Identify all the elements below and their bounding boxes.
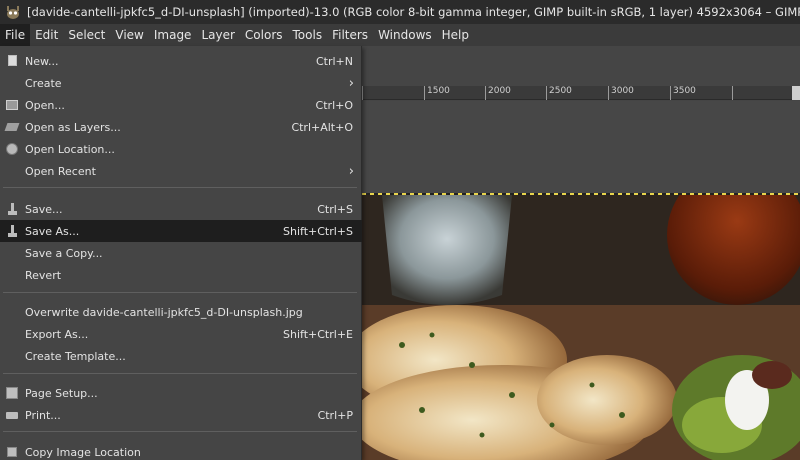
open-icon [5, 98, 19, 112]
menu-item-overwrite[interactable]: Overwrite davide-cantelli-jpkfc5_d-DI-un… [0, 301, 362, 323]
vertical-scrollbar-handle[interactable] [792, 86, 800, 100]
submenu-arrow-icon: › [348, 163, 354, 179]
file-menu-dropdown: New... Ctrl+N Create › Open... Ctrl+O Op… [0, 46, 362, 460]
horizontal-ruler[interactable]: 1500 2000 2500 3000 3500 [362, 86, 800, 100]
menu-separator [3, 431, 357, 432]
menu-item-open-as-layers[interactable]: Open as Layers... Ctrl+Alt+O [0, 116, 362, 138]
menu-layer[interactable]: Layer [196, 24, 239, 46]
menu-file[interactable]: File [0, 24, 31, 46]
menu-edit[interactable]: Edit [30, 24, 63, 46]
menu-item-create[interactable]: Create › [0, 72, 362, 94]
menu-item-open-location[interactable]: Open Location... [0, 138, 362, 160]
ruler-label: 1500 [424, 86, 450, 100]
image-canvas[interactable] [362, 195, 800, 460]
ruler-tick [362, 86, 365, 100]
new-icon [5, 54, 19, 68]
menu-view[interactable]: View [110, 24, 148, 46]
menu-separator [3, 373, 357, 374]
menu-item-create-template[interactable]: Create Template... [0, 345, 362, 367]
menu-bar: File Edit Select View Image Layer Colors… [0, 24, 800, 46]
ruler-label: 3500 [670, 86, 696, 100]
menu-filters[interactable]: Filters [327, 24, 373, 46]
menu-item-save[interactable]: Save... Ctrl+S [0, 198, 362, 220]
menu-item-export-as[interactable]: Export As... Shift+Ctrl+E [0, 323, 362, 345]
ruler-label: 2500 [546, 86, 572, 100]
save-as-icon [5, 224, 19, 238]
print-icon [5, 408, 19, 422]
page-setup-icon [5, 386, 19, 400]
menu-item-open[interactable]: Open... Ctrl+O [0, 94, 362, 116]
menu-image[interactable]: Image [149, 24, 197, 46]
menu-item-open-recent[interactable]: Open Recent › [0, 160, 362, 182]
submenu-arrow-icon: › [348, 75, 354, 91]
menu-help[interactable]: Help [437, 24, 474, 46]
ruler-label: 3000 [608, 86, 634, 100]
ruler-tick [732, 86, 735, 100]
menu-item-new[interactable]: New... Ctrl+N [0, 50, 362, 72]
gimp-app-icon [5, 4, 21, 20]
menu-item-revert[interactable]: Revert [0, 264, 362, 286]
save-icon [5, 202, 19, 216]
menu-windows[interactable]: Windows [373, 24, 437, 46]
menu-select[interactable]: Select [63, 24, 110, 46]
globe-icon [5, 142, 19, 156]
menu-colors[interactable]: Colors [240, 24, 288, 46]
menu-item-copy-image-location[interactable]: Copy Image Location [0, 441, 362, 460]
food-photo [362, 195, 800, 460]
menu-tools[interactable]: Tools [288, 24, 328, 46]
menu-separator [3, 292, 357, 293]
title-bar: [davide-cantelli-jpkfc5_d-DI-unsplash] (… [0, 0, 800, 24]
canvas-padding [362, 101, 800, 194]
copy-icon [5, 445, 19, 459]
open-layers-icon [4, 120, 20, 134]
menu-item-save-a-copy[interactable]: Save a Copy... [0, 242, 362, 264]
menu-item-print[interactable]: Print... Ctrl+P [0, 404, 362, 426]
menu-item-page-setup[interactable]: Page Setup... [0, 382, 362, 404]
revert-icon [5, 268, 19, 282]
menu-item-save-as[interactable]: Save As... Shift+Ctrl+S [0, 220, 362, 242]
window-title: [davide-cantelli-jpkfc5_d-DI-unsplash] (… [27, 5, 800, 19]
ruler-label: 2000 [485, 86, 511, 100]
menu-separator [3, 187, 357, 188]
